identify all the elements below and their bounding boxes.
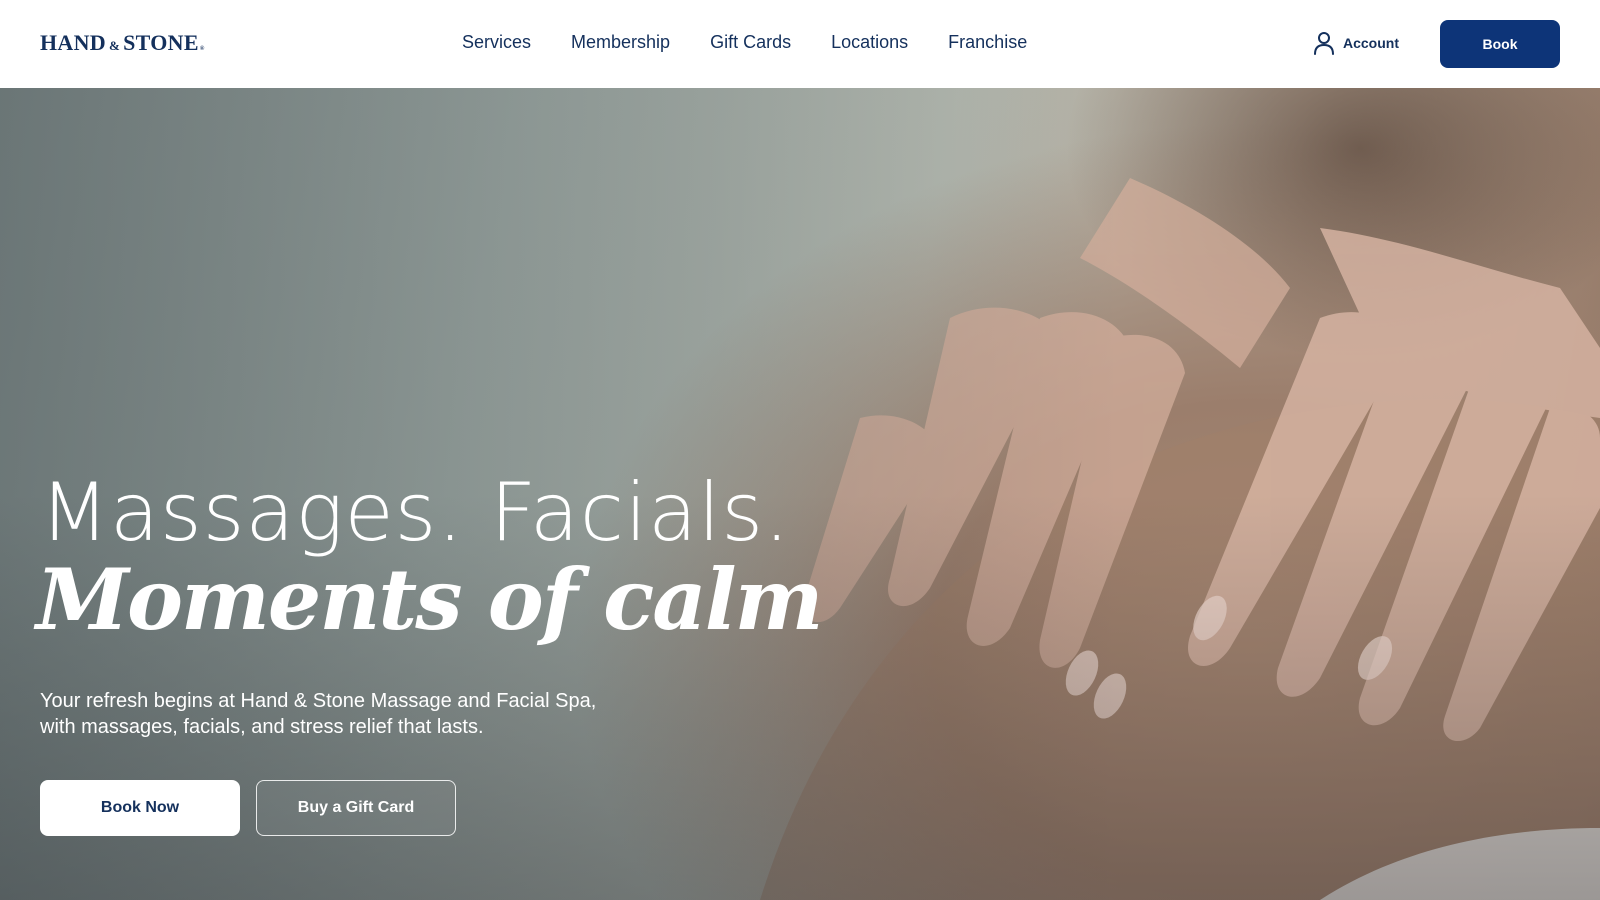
buy-gift-card-button[interactable]: Buy a Gift Card — [256, 780, 456, 836]
hero-subtext-line1: Your refresh begins at Hand & Stone Mass… — [40, 690, 597, 712]
brand-logo[interactable]: HAND & STONE ® — [40, 30, 205, 58]
user-icon — [1314, 32, 1334, 55]
nav-membership[interactable]: Membership — [571, 32, 670, 53]
nav-services[interactable]: Services — [462, 32, 531, 53]
book-now-button[interactable]: Book Now — [40, 780, 240, 836]
logo-registered-mark: ® — [199, 46, 205, 52]
book-button[interactable]: Book — [1440, 20, 1560, 68]
account-label: Account — [1343, 35, 1399, 51]
hero-subtext-line2: with massages, facials, and stress relie… — [40, 716, 484, 738]
logo-word-hand: HAND — [40, 30, 106, 55]
main-nav: Services Membership Gift Cards Locations… — [462, 28, 1027, 56]
account-link[interactable]: Account — [1313, 30, 1399, 56]
nav-franchise[interactable]: Franchise — [948, 32, 1027, 53]
site-header: HAND & STONE ® Services Membership Gift … — [0, 0, 1600, 88]
nav-gift-cards[interactable]: Gift Cards — [710, 32, 791, 53]
hero-headline: Massages. Facials. — [40, 466, 791, 559]
hero-subtext: Your refresh begins at Hand & Stone Mass… — [40, 688, 640, 740]
hero-banner: Massages. Facials. Moments of calm Your … — [0, 88, 1600, 900]
logo-word-stone: STONE — [123, 30, 199, 55]
hero-headline-italic: Moments of calm — [36, 550, 824, 649]
nav-locations[interactable]: Locations — [831, 32, 908, 53]
logo-ampersand: & — [108, 38, 121, 53]
